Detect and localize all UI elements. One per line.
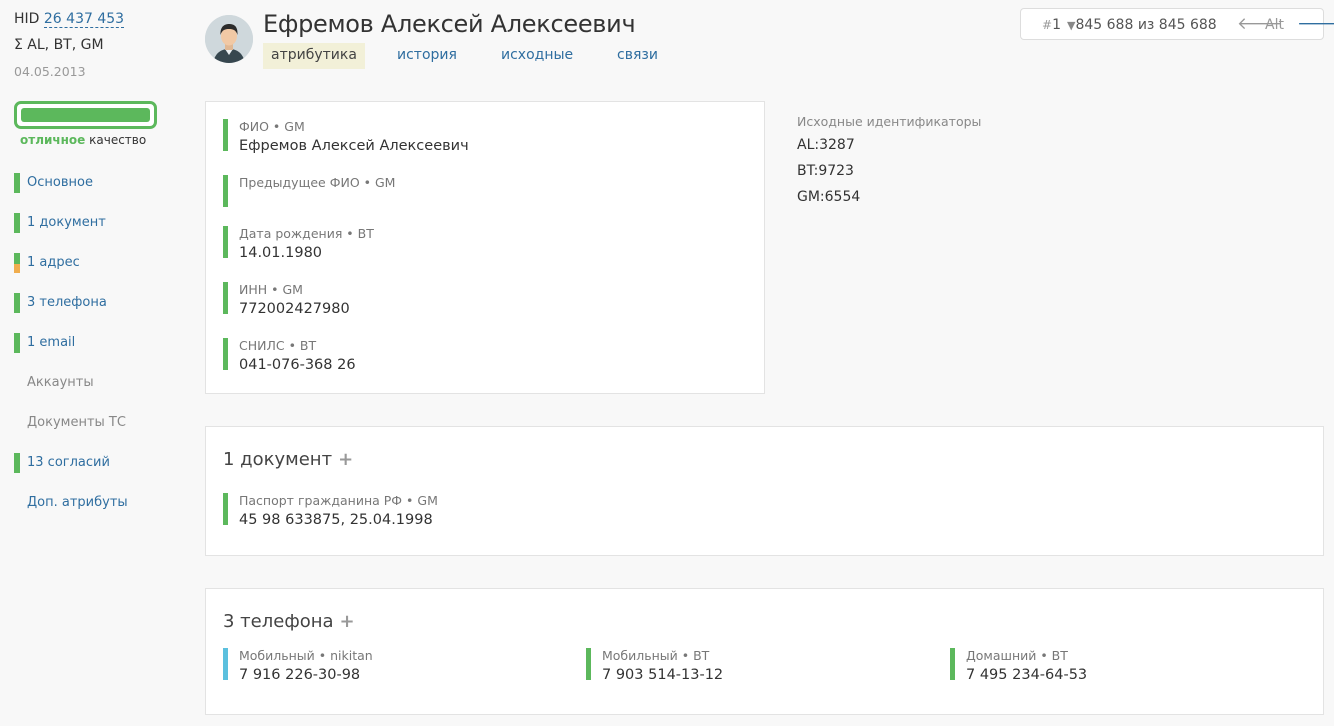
- nav-item-label: 1 документ: [27, 215, 106, 230]
- index-prefix: #: [1042, 18, 1053, 32]
- attribute-label: ФИО • GM: [239, 119, 305, 134]
- record-count: ▼845 688 из 845 688: [1067, 17, 1217, 33]
- documents-title: 1 документ +: [223, 449, 353, 470]
- nav-item-documents[interactable]: 1 документ: [14, 213, 189, 233]
- attributes-card: ФИО • GM Ефремов Алексей Алексеевич Пред…: [205, 101, 765, 394]
- nav-item-consents[interactable]: 13 согласий: [14, 453, 189, 473]
- nav-item-vehicle-docs[interactable]: Документы ТС: [14, 413, 189, 433]
- nav-item-phones[interactable]: 3 телефона: [14, 293, 189, 313]
- nav-item-accounts[interactable]: Аккаунты: [14, 373, 189, 393]
- add-document-button[interactable]: +: [338, 449, 353, 470]
- nav-item-label: Аккаунты: [27, 375, 94, 390]
- status-bar: [950, 648, 955, 680]
- status-bar: [223, 119, 228, 151]
- nav-item-extra-attributes[interactable]: Доп. атрибуты: [14, 493, 189, 513]
- status-bar: [223, 175, 228, 207]
- status-bar: [14, 253, 20, 273]
- tab-links[interactable]: связи: [609, 43, 666, 69]
- status-bar: [586, 648, 591, 680]
- document-value: 45 98 633875, 25.04.1998: [239, 512, 433, 528]
- phone-value: 7 495 234-64-53: [966, 667, 1088, 683]
- nav-item-label: 13 согласий: [27, 455, 110, 470]
- tab-attributes[interactable]: атрибутика: [263, 43, 365, 69]
- hid-value[interactable]: 26 437 453: [43, 11, 125, 28]
- nav-item-label: 1 адрес: [27, 255, 80, 270]
- source-id-item: GM:6554: [797, 189, 861, 205]
- status-bar: [14, 293, 20, 313]
- attribute-label: Дата рождения • BT: [239, 226, 374, 241]
- status-bar: [223, 648, 228, 680]
- source-ids-title: Исходные идентификаторы: [797, 114, 982, 129]
- status-bar: [223, 226, 228, 258]
- sources-list: Σ AL, BT, GM: [14, 37, 104, 53]
- phone-value: 7 916 226-30-98: [239, 667, 361, 683]
- status-bar: [14, 213, 20, 233]
- nav-item-email[interactable]: 1 email: [14, 333, 189, 353]
- nav-item-label: 3 телефона: [27, 295, 107, 310]
- source-id-item: AL:3287: [797, 137, 855, 153]
- phone-label: Домашний • BT: [966, 648, 1068, 663]
- status-bar: [223, 493, 228, 525]
- nav-item-main[interactable]: Основное: [14, 173, 189, 193]
- avatar: [205, 15, 253, 63]
- attribute-value: Ефремов Алексей Алексеевич: [239, 138, 469, 154]
- nav-item-label: Документы ТС: [27, 415, 126, 430]
- quality-meter: [14, 101, 157, 129]
- tab-sources[interactable]: исходные: [493, 43, 581, 69]
- quality-word: отличное: [20, 133, 86, 147]
- attribute-label: ИНН • GM: [239, 282, 303, 297]
- nav-item-label: Основное: [27, 175, 93, 190]
- record-count-value: 845 688 из 845 688: [1075, 17, 1217, 33]
- source-id-item: BT:9723: [797, 163, 854, 179]
- page-title: Ефремов Алексей Алексеевич: [263, 10, 636, 38]
- record-index: #1: [1042, 17, 1061, 33]
- documents-card: 1 документ + Паспорт гражданина РФ • GM 4…: [205, 426, 1324, 556]
- add-phone-button[interactable]: +: [340, 611, 355, 632]
- index-value: 1: [1052, 17, 1061, 33]
- record-date: 04.05.2013: [14, 64, 86, 79]
- quality-rest: качество: [85, 133, 147, 147]
- next-arrow-icon[interactable]: 🡒: [1297, 14, 1334, 34]
- nav-item-addresses[interactable]: 1 адрес: [14, 253, 189, 273]
- documents-title-text: 1 документ: [223, 449, 333, 470]
- nav-item-label: 1 email: [27, 335, 76, 350]
- phones-title: 3 телефона +: [223, 611, 355, 632]
- attribute-value: 772002427980: [239, 301, 350, 317]
- document-label: Паспорт гражданина РФ • GM: [239, 493, 438, 508]
- person-icon: [205, 15, 253, 63]
- status-bar: [14, 453, 20, 473]
- record-pager: #1 ▼845 688 из 845 688 🡐 Alt 🡒: [1020, 8, 1334, 40]
- phone-label: Мобильный • BT: [602, 648, 710, 663]
- attribute-label: СНИЛС • BT: [239, 338, 317, 353]
- tab-history[interactable]: история: [389, 43, 465, 69]
- attribute-label: Предыдущее ФИО • GM: [239, 175, 396, 190]
- phones-title-text: 3 телефона: [223, 611, 334, 632]
- quality-label: отличное качество: [20, 133, 146, 147]
- status-bar: [14, 333, 20, 353]
- alt-label: Alt: [1265, 17, 1284, 33]
- phone-value: 7 903 514-13-12: [602, 667, 724, 683]
- quality-meter-fill: [21, 108, 150, 122]
- attribute-value: 14.01.1980: [239, 245, 323, 261]
- status-bar: [223, 338, 228, 370]
- hid-label: HID: [14, 11, 40, 27]
- attribute-value: 041-076-368 26: [239, 357, 356, 373]
- hid: HID 26 437 453: [14, 11, 125, 28]
- status-bar: [223, 282, 228, 314]
- status-bar: [14, 173, 20, 193]
- nav-item-label: Доп. атрибуты: [27, 495, 128, 510]
- phones-card: 3 телефона + Мобильный • nikitan 7 916 22…: [205, 588, 1324, 715]
- phone-label: Мобильный • nikitan: [239, 648, 373, 663]
